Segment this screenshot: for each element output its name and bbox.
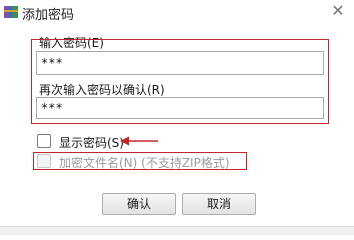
winrar-app-icon xyxy=(4,6,18,18)
window-title: 添加密码 xyxy=(22,8,75,23)
annotation-box-password-fields xyxy=(31,39,329,124)
ok-button[interactable]: 确认 xyxy=(102,193,176,215)
close-icon: ✕ xyxy=(331,1,345,20)
title-bar: 添加密码 ✕ xyxy=(0,0,354,24)
cancel-button[interactable]: 取消 xyxy=(182,193,256,215)
show-password-checkbox[interactable] xyxy=(37,134,51,148)
annotation-arrow xyxy=(120,136,158,146)
show-password-label[interactable]: 显示密码(S) xyxy=(59,134,124,151)
annotation-box-encrypt-filenames xyxy=(33,152,247,170)
close-button[interactable]: ✕ xyxy=(327,2,349,20)
dialog-footer xyxy=(0,226,354,235)
